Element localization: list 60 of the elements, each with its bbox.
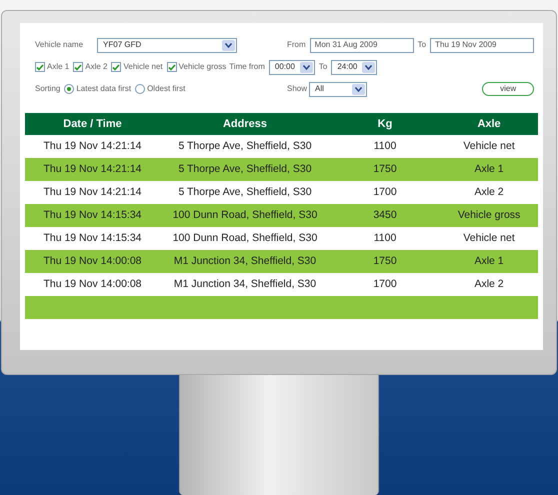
table-cell-text: 3450 xyxy=(372,208,398,223)
dropdown-select[interactable]: 00:00 xyxy=(268,60,315,74)
table-cell-text: Thu 19 Nov 14:15:34 xyxy=(42,208,143,223)
dropdown-value: 24:00 xyxy=(337,61,358,73)
field-label: Show xyxy=(287,83,308,95)
checkbox[interactable]: Vehicle net xyxy=(111,61,163,73)
table-cell-text: M1 Junction 34, Sheffield, S30 xyxy=(172,254,318,269)
field-label: Vehicle name xyxy=(35,39,84,51)
dropdown-caret-icon xyxy=(300,62,313,72)
checkbox[interactable]: Vehicle gross xyxy=(166,61,226,73)
table-cell-text: Thu 19 Nov 14:00:08 xyxy=(42,276,143,292)
field-label: Sorting xyxy=(35,83,60,95)
table-cell-text: 5 Thorpe Ave, Sheffield, S30 xyxy=(177,184,313,200)
dropdown-select[interactable]: YF07 GFD xyxy=(97,38,238,52)
dropdown-caret-icon xyxy=(222,40,236,50)
field-label: To xyxy=(418,39,426,51)
dropdown-select[interactable]: 24:00 xyxy=(331,60,378,74)
field-label: From xyxy=(287,39,306,51)
date-field[interactable]: Mon 31 Aug 2009 xyxy=(310,38,414,52)
table-cell-text: Axle 2 xyxy=(473,276,505,292)
column-header: Address xyxy=(222,116,268,132)
table-cell-text: Thu 19 Nov 14:21:14 xyxy=(42,162,143,177)
dropdown-select[interactable]: All xyxy=(309,82,368,96)
table-cell-text: 1750 xyxy=(372,162,398,177)
table-cell-text: 100 Dunn Road, Sheffield, S30 xyxy=(172,230,318,246)
table-cell-text: 1750 xyxy=(372,254,398,269)
table-cell-text: Axle 1 xyxy=(473,254,505,269)
radio-option[interactable]: Latest data first xyxy=(64,83,132,95)
column-header: Kg xyxy=(376,116,394,132)
dropdown-value: All xyxy=(315,83,324,95)
view-button[interactable]: view xyxy=(482,82,534,96)
checkbox[interactable]: Axle 1 xyxy=(35,61,70,73)
table-cell-text: Vehicle gross xyxy=(456,208,522,223)
table-cell-text: Thu 19 Nov 14:15:34 xyxy=(42,230,143,246)
table-cell-text: 1700 xyxy=(372,184,398,200)
date-field[interactable]: Thu 19 Nov 2009 xyxy=(430,38,534,52)
table-cell-text: Vehicle net xyxy=(462,138,516,154)
table-cell-text: Thu 19 Nov 14:21:14 xyxy=(42,138,143,154)
column-header: Axle xyxy=(476,116,502,132)
table-cell-text: Vehicle net xyxy=(462,230,516,246)
table-cell-text: 1100 xyxy=(372,230,398,246)
dropdown-value: YF07 GFD xyxy=(103,39,142,51)
table-cell-text: Thu 19 Nov 14:21:14 xyxy=(42,184,143,200)
table-cell-text: 5 Thorpe Ave, Sheffield, S30 xyxy=(177,162,313,177)
table-cell-text: Axle 1 xyxy=(473,162,505,177)
radio-option[interactable]: Oldest first xyxy=(135,83,186,95)
table-cell-text: Thu 19 Nov 14:00:08 xyxy=(42,254,143,269)
column-header: Date / Time xyxy=(62,116,123,132)
field-label: To xyxy=(318,61,328,73)
checkbox[interactable]: Axle 2 xyxy=(73,61,108,73)
table-cell-text: M1 Junction 34, Sheffield, S30 xyxy=(172,276,318,292)
table-cell-text: Axle 2 xyxy=(473,184,505,200)
table-cell-text: 1700 xyxy=(372,276,398,292)
dropdown-caret-icon xyxy=(362,62,376,72)
table-cell-text: 100 Dunn Road, Sheffield, S30 xyxy=(172,208,318,223)
dropdown-caret-icon xyxy=(352,84,366,94)
table-cell-text: 1100 xyxy=(372,138,398,154)
field-label: Time from xyxy=(229,61,265,73)
table-cell-text: 5 Thorpe Ave, Sheffield, S30 xyxy=(177,138,313,154)
dropdown-value: 00:00 xyxy=(274,61,295,73)
